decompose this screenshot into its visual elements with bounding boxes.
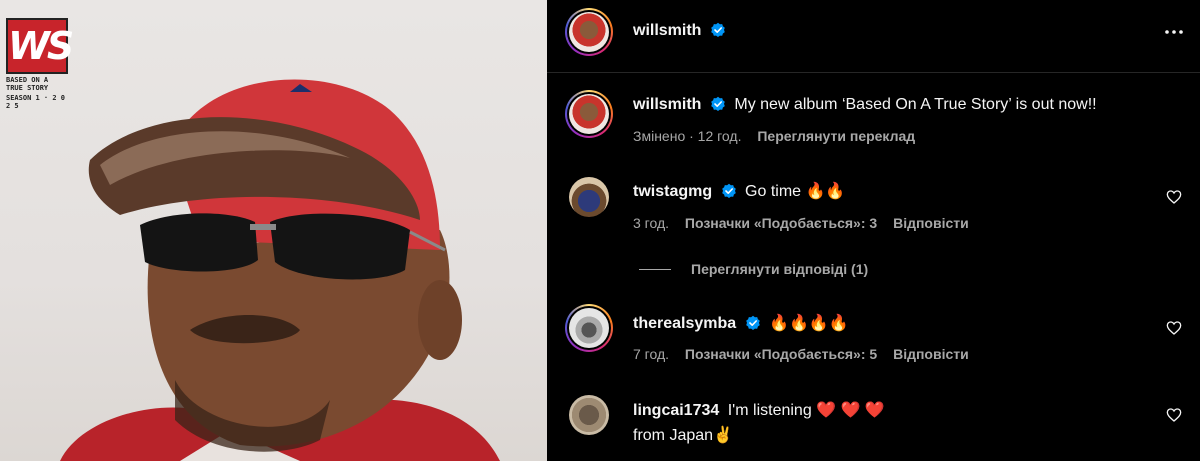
comment-line-continued: from Japan✌️ xyxy=(633,425,733,445)
more-options-icon[interactable] xyxy=(1162,20,1186,44)
caption-line: willsmith My new album ‘Based On A True … xyxy=(633,96,1097,114)
view-replies-line xyxy=(639,269,671,270)
see-translation-link[interactable]: Переглянути переклад xyxy=(757,128,915,144)
comment-avatar-lingcai1734[interactable] xyxy=(569,395,609,435)
header-username[interactable]: willsmith xyxy=(633,22,701,39)
portrait-illustration xyxy=(60,79,500,461)
avatar-image xyxy=(569,308,609,348)
avatar-image xyxy=(569,12,609,52)
caption-meta: Змінено · 12 год. Переглянути переклад xyxy=(633,128,915,144)
comment-likes-link[interactable]: Позначки «Подобається»: 3 xyxy=(685,215,877,231)
comment-meta: 7 год. Позначки «Подобається»: 5 Відпові… xyxy=(633,346,969,362)
caption-text: My new album ‘Based On A True Story’ is … xyxy=(734,96,1097,113)
post-media-image[interactable]: WS BASED ON A TRUE STORY SEASON 1 · 2 0 … xyxy=(0,0,547,461)
comment-line: twistagmg Go time 🔥🔥 xyxy=(633,181,845,201)
verified-badge-icon xyxy=(711,22,725,37)
reply-button[interactable]: Відповісти xyxy=(893,346,969,362)
comment-line: therealsymba 🔥🔥🔥🔥 xyxy=(633,313,849,333)
comment-line: lingcai1734 I'm listening ❤️ ❤️ ❤️ xyxy=(633,400,885,420)
comment-likes-link[interactable]: Позначки «Подобається»: 5 xyxy=(685,346,877,362)
view-replies-row[interactable]: Переглянути відповіді (1) xyxy=(691,261,868,277)
post-details-panel: willsmith willsmith My new album ‘Based … xyxy=(547,0,1200,461)
view-replies-button[interactable]: Переглянути відповіді (1) xyxy=(691,261,868,277)
ws-logo-subtitle: BASED ON A TRUE STORY xyxy=(6,76,49,92)
header-avatar[interactable] xyxy=(565,8,613,56)
comment-meta: 3 год. Позначки «Подобається»: 3 Відпові… xyxy=(633,215,969,231)
caption-username[interactable]: willsmith xyxy=(633,96,701,113)
caption-edited-time: Змінено · 12 год. xyxy=(633,128,742,144)
ws-logo-season: SEASON 1 · 2 0 2 5 xyxy=(6,94,66,110)
comment-text: Go time 🔥🔥 xyxy=(745,183,846,200)
comment-text: I'm listening ❤️ ❤️ ❤️ xyxy=(727,402,885,419)
comment-time: 7 год. xyxy=(633,346,670,362)
comment-text: 🔥🔥🔥🔥 xyxy=(769,315,849,332)
avatar-image xyxy=(569,94,609,134)
verified-badge-icon xyxy=(745,315,760,330)
header-user: willsmith xyxy=(633,22,726,40)
comment-text-line2: from Japan✌️ xyxy=(633,427,733,444)
comment-username[interactable]: therealsymba xyxy=(633,315,736,332)
comment-avatar-therealsymba[interactable] xyxy=(565,304,613,352)
like-comment-heart-icon[interactable] xyxy=(1166,320,1182,336)
reply-button[interactable]: Відповісти xyxy=(893,215,969,231)
ws-logo-mark: WS xyxy=(6,18,74,74)
comment-avatar-twistagmg[interactable] xyxy=(569,177,609,217)
header-divider xyxy=(547,72,1200,73)
caption-avatar[interactable] xyxy=(565,90,613,138)
ws-logo: WS BASED ON A TRUE STORY SEASON 1 · 2 0 … xyxy=(6,18,74,110)
like-comment-heart-icon[interactable] xyxy=(1166,189,1182,205)
like-comment-heart-icon[interactable] xyxy=(1166,407,1182,423)
comment-time: 3 год. xyxy=(633,215,670,231)
comment-username[interactable]: twistagmg xyxy=(633,183,712,200)
verified-badge-icon xyxy=(711,96,725,111)
comment-username[interactable]: lingcai1734 xyxy=(633,402,719,419)
verified-badge-icon xyxy=(721,183,736,198)
